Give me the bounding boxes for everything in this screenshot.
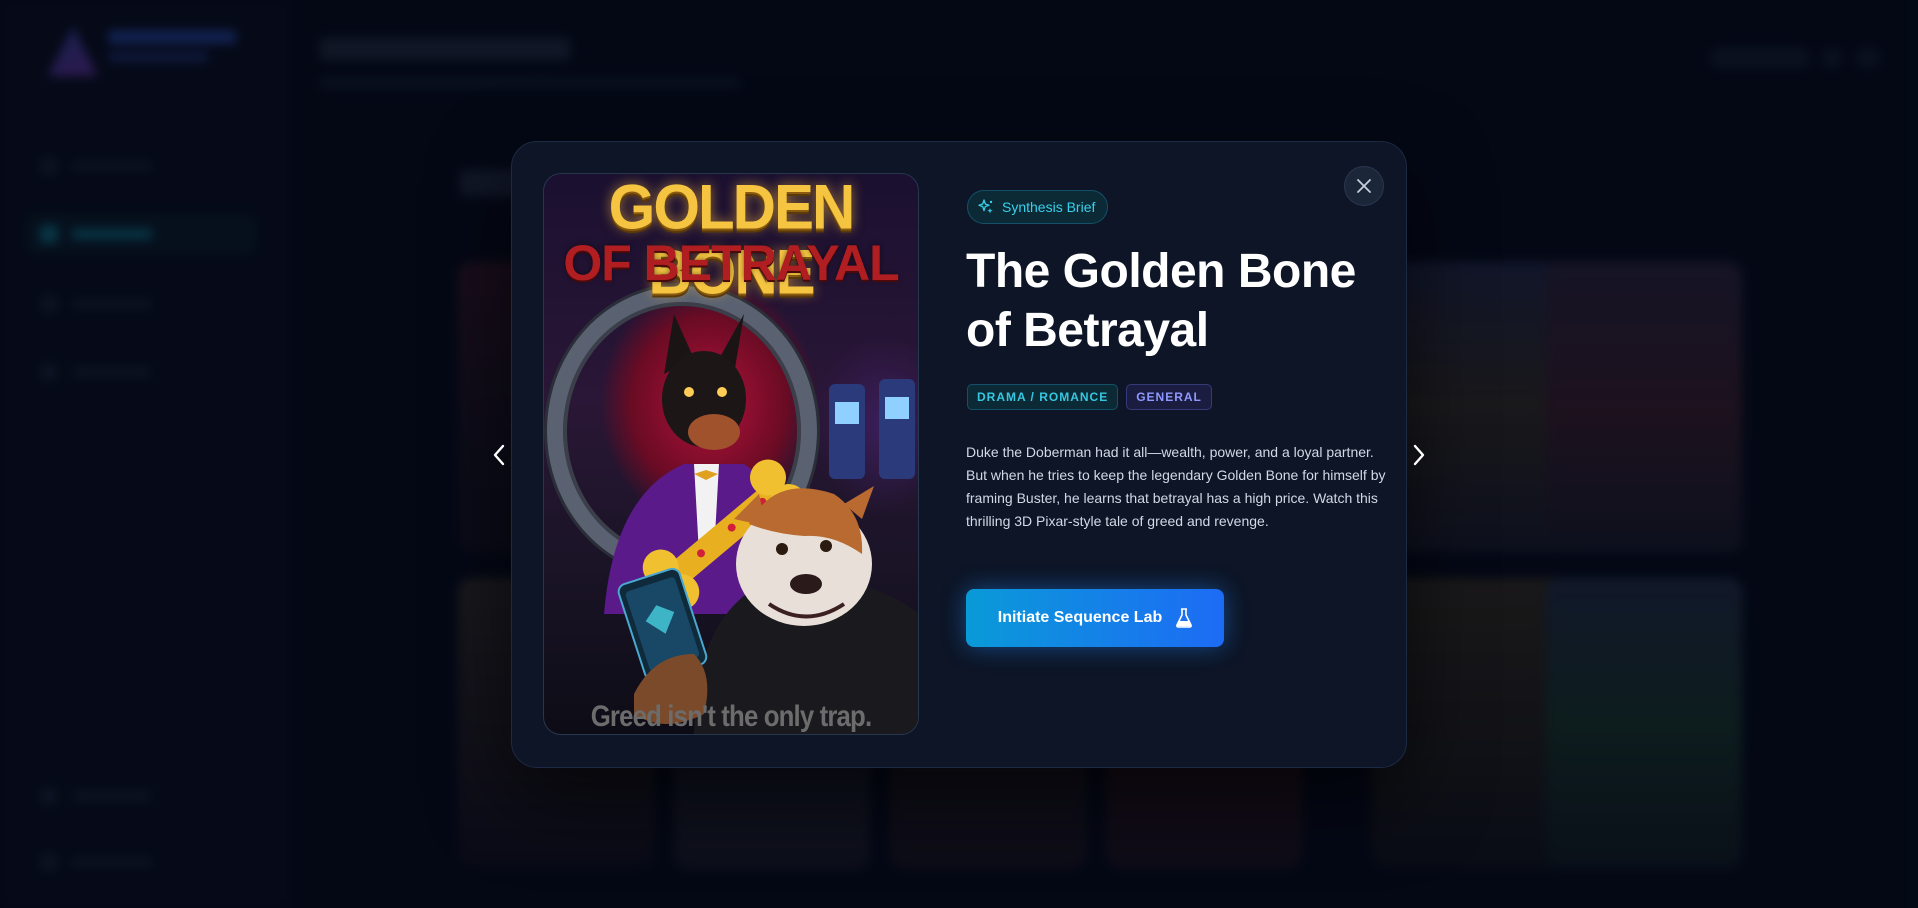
initiate-sequence-lab-button[interactable]: Initiate Sequence Lab [966,589,1224,647]
close-icon [1357,179,1371,193]
movie-title: The Golden Bone of Betrayal [966,245,1356,357]
movie-description: Duke the Doberman had it all—wealth, pow… [966,444,1386,529]
poster-title-line2: OF BETRAYAL [563,235,899,291]
sparkles-icon [978,199,993,214]
tag-list: DRAMA / ROMANCE GENERAL [967,384,1212,410]
poster-tagline: Greed isn't the only trap. [590,700,872,733]
synthesis-brief-badge: Synthesis Brief [967,190,1109,224]
chevron-left-icon [493,444,505,466]
previous-button[interactable] [487,438,511,472]
badge-label: Synthesis Brief [1002,199,1096,215]
next-button[interactable] [1407,438,1431,472]
close-button[interactable] [1344,166,1384,206]
movie-poster: GOLDEN BONE OF BETRAYAL Greed isn't the … [543,173,919,735]
audience-tag: GENERAL [1126,384,1212,410]
genre-tag: DRAMA / ROMANCE [967,384,1119,410]
cta-label: Initiate Sequence Lab [997,609,1163,626]
flask-icon [1176,608,1193,628]
chevron-right-icon [1413,444,1425,466]
